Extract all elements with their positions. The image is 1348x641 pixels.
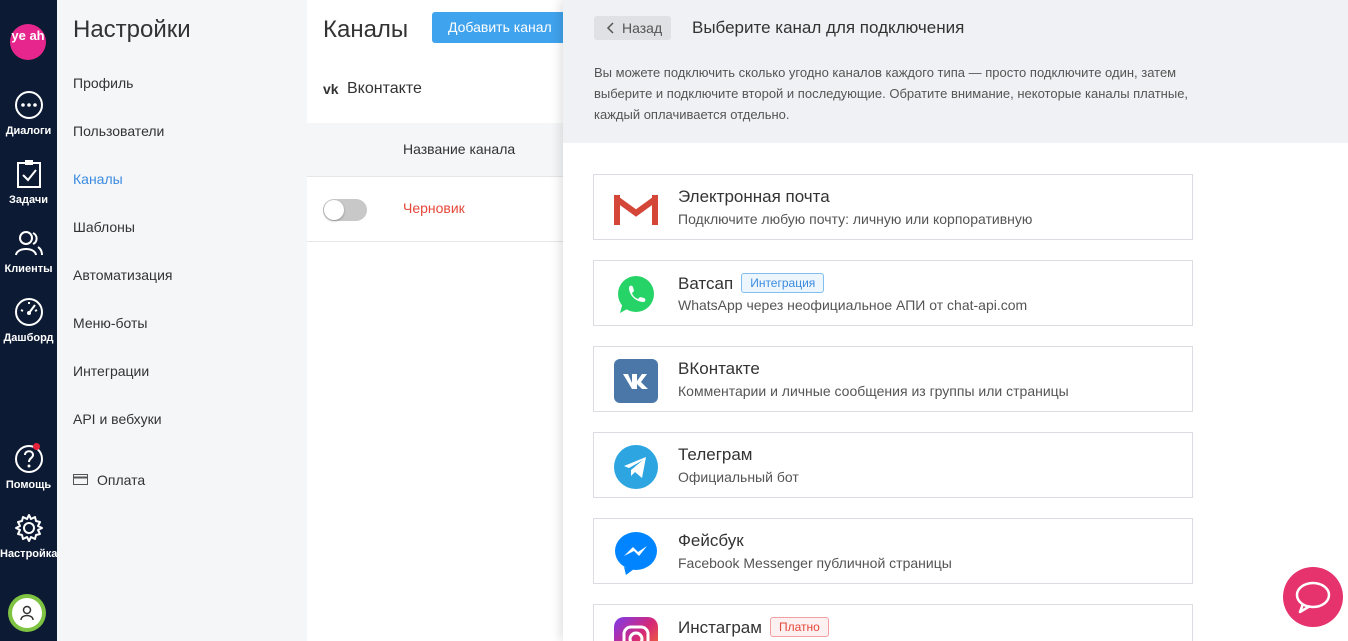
messenger-icon xyxy=(615,532,657,575)
channel-subtitle: Комментарии и личные сообщения из группы… xyxy=(678,383,1069,399)
integration-badge: Интеграция xyxy=(741,273,825,293)
channel-title-row: Ватсап Интеграция xyxy=(678,273,825,294)
channel-title: Фейсбук xyxy=(678,531,744,550)
settings-item-channels[interactable]: Каналы xyxy=(73,171,123,187)
back-button[interactable]: Назад xyxy=(594,16,671,40)
dashboard-icon xyxy=(14,298,43,326)
nav-item-dashboard[interactable]: Дашборд xyxy=(0,296,57,344)
channel-subtitle: Официальный бот xyxy=(678,469,799,485)
section-title: Вконтакте xyxy=(347,80,422,97)
user-avatar[interactable] xyxy=(8,594,46,632)
channel-card-email[interactable]: Электронная почта Подключите любую почту… xyxy=(593,174,1193,240)
nav-label: Задачи xyxy=(9,194,48,206)
toggle-knob xyxy=(324,200,344,220)
channel-title: Электронная почта xyxy=(678,187,830,206)
settings-item-integrations[interactable]: Интеграции xyxy=(73,363,149,379)
nav-label: Диалоги xyxy=(5,125,52,137)
telegram-icon xyxy=(614,445,658,489)
tasks-icon xyxy=(16,160,41,188)
nav-label: Помощь xyxy=(5,479,52,491)
settings-item-templates[interactable]: Шаблоны xyxy=(73,219,135,235)
support-chat-button[interactable] xyxy=(1283,567,1343,627)
clients-icon xyxy=(14,231,43,256)
settings-item-profile[interactable]: Профиль xyxy=(73,75,133,91)
instagram-icon xyxy=(614,617,658,641)
user-icon xyxy=(20,605,34,621)
page-title: Каналы xyxy=(323,16,409,43)
settings-item-api[interactable]: API и вебхуки xyxy=(73,411,162,427)
notification-dot xyxy=(33,443,40,450)
channel-title: Телеграм xyxy=(678,445,753,464)
nav-item-tasks[interactable]: Задачи xyxy=(0,158,57,206)
vk-icon: vk xyxy=(323,81,339,97)
channel-subtitle: WhatsApp через неофициальное АПИ от chat… xyxy=(678,297,1028,313)
nav-item-help[interactable]: Помощь xyxy=(0,443,57,491)
table-row[interactable]: Черновик xyxy=(307,177,563,242)
chat-bubble-icon xyxy=(14,91,43,119)
vk-icon xyxy=(614,359,658,403)
nav-label: Дашборд xyxy=(3,332,54,344)
credit-card-icon xyxy=(73,474,88,485)
paid-badge: Платно xyxy=(769,617,829,637)
panel-title: Выберите канал для подключения xyxy=(692,18,965,37)
chevron-left-icon xyxy=(606,22,614,34)
nav-item-clients[interactable]: Клиенты xyxy=(0,227,57,275)
channels-main: Каналы Добавить канал vk Вконтакте Назва… xyxy=(307,0,572,641)
settings-item-menu-bots[interactable]: Меню-боты xyxy=(73,315,147,331)
channel-title-row: Инстаграм Платно xyxy=(678,617,829,638)
nav-label: Настройка xyxy=(0,548,58,560)
whatsapp-icon xyxy=(618,276,654,313)
gear-icon xyxy=(14,514,43,542)
channel-card-telegram[interactable]: Телеграм Официальный бот xyxy=(593,432,1193,498)
channel-card-instagram[interactable]: Инстаграм Платно xyxy=(593,604,1193,641)
channel-title: Ватсап xyxy=(678,274,734,293)
table-header: Название канала xyxy=(307,123,563,177)
gmail-icon xyxy=(614,194,658,225)
channel-title: ВКонтакте xyxy=(678,359,760,378)
settings-title: Настройки xyxy=(73,16,191,43)
channel-subtitle: Facebook Messenger публичной страницы xyxy=(678,555,952,571)
panel-header: Назад Выберите канал для подключения Вы … xyxy=(563,0,1348,143)
nav-item-dialogs[interactable]: Диалоги xyxy=(0,89,57,137)
main-nav: ye ah Диалоги Задачи Клиенты Дашборд Пом… xyxy=(0,0,57,641)
column-channel-name: Название канала xyxy=(403,141,516,157)
settings-sidebar: Настройки Профиль Пользователи Каналы Ша… xyxy=(57,0,307,641)
back-label: Назад xyxy=(622,20,663,36)
settings-item-users[interactable]: Пользователи xyxy=(73,123,164,139)
channel-card-facebook[interactable]: Фейсбук Facebook Messenger публичной стр… xyxy=(593,518,1193,584)
nav-label: Клиенты xyxy=(4,263,53,275)
channel-title: Инстаграм xyxy=(678,618,762,637)
channel-status[interactable]: Черновик xyxy=(403,200,465,216)
settings-item-payment[interactable]: Оплата xyxy=(97,472,145,488)
settings-item-automation[interactable]: Автоматизация xyxy=(73,267,172,283)
channel-card-whatsapp[interactable]: Ватсап Интеграция WhatsApp через неофициа… xyxy=(593,260,1193,326)
channel-picker-panel: Назад Выберите канал для подключения Вы … xyxy=(563,0,1348,641)
nav-item-settings[interactable]: Настройка xyxy=(0,512,57,560)
add-channel-button[interactable]: Добавить канал xyxy=(432,12,572,43)
chat-icon xyxy=(1295,581,1331,614)
brand-logo[interactable]: ye ah xyxy=(10,24,46,60)
channel-card-vk[interactable]: ВКонтакте Комментарии и личные сообщения… xyxy=(593,346,1193,412)
avatar-inner xyxy=(12,598,42,628)
channel-toggle[interactable] xyxy=(323,199,367,221)
channel-subtitle: Подключите любую почту: личную или корпо… xyxy=(678,211,1033,227)
panel-description: Вы можете подключить сколько угодно кана… xyxy=(594,65,1189,122)
